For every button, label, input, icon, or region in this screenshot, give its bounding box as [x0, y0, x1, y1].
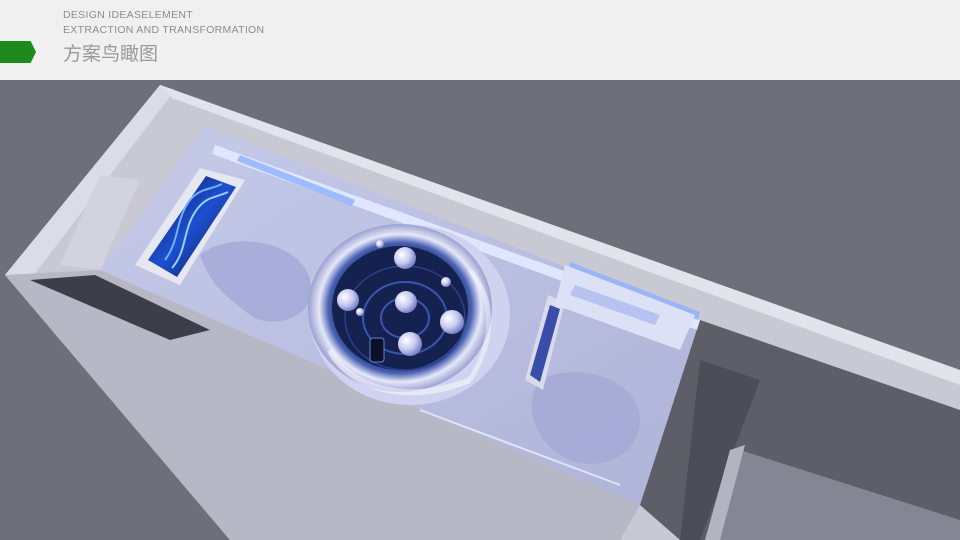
green-accent-tab — [0, 41, 36, 63]
sphere — [394, 247, 416, 269]
slide: DESIGN IDEASELEMENT EXTRACTION AND TRANS… — [0, 0, 960, 540]
page-title: 方案鸟瞰图 — [63, 43, 159, 65]
subtitle-line-1: DESIGN IDEASELEMENT — [63, 9, 193, 21]
slide-header: DESIGN IDEASELEMENT EXTRACTION AND TRANS… — [0, 0, 960, 80]
exhibition-hall-render — [5, 85, 960, 540]
subtitle-line-2: EXTRACTION AND TRANSFORMATION — [63, 24, 265, 36]
aerial-render-image — [0, 80, 960, 540]
